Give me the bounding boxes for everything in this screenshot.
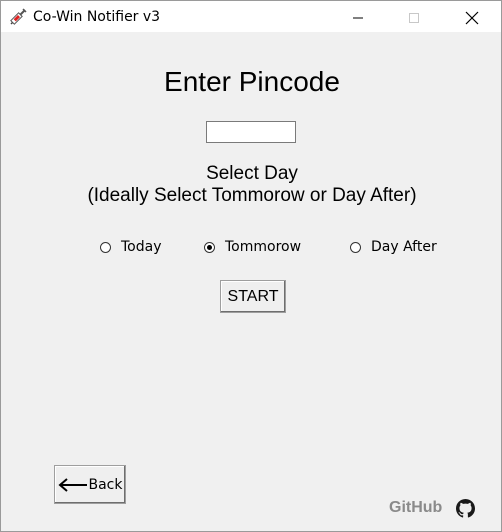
radio-label: Tommorow [225, 239, 302, 255]
radio-circle[interactable] [100, 241, 111, 253]
app-window: Co-Win Notifier v3 Enter Pincode Select … [0, 0, 502, 532]
minimize-button[interactable] [335, 1, 381, 32]
radio-today[interactable]: Today [100, 237, 162, 257]
back-button[interactable]: Back [54, 465, 126, 504]
radio-label: Day After [371, 239, 437, 255]
radio-selected-dot [207, 244, 212, 250]
back-label: Back [88, 476, 123, 493]
radio-circle[interactable] [350, 241, 361, 253]
maximize-icon [409, 13, 419, 23]
radio-day-after[interactable]: Day After [350, 237, 437, 257]
radio-label: Today [121, 239, 162, 255]
radio-circle[interactable] [204, 241, 215, 253]
title-bar[interactable]: Co-Win Notifier v3 [1, 1, 501, 32]
radio-tommorow[interactable]: Tommorow [204, 237, 301, 257]
window-title: Co-Win Notifier v3 [33, 9, 161, 25]
maximize-button[interactable] [391, 1, 437, 32]
select-day-hint: (Ideally Select Tommorow or Day After) [87, 185, 417, 206]
arrow-left-icon [57, 477, 87, 492]
github-link[interactable]: GitHub [389, 499, 442, 517]
syringe-icon [10, 8, 27, 25]
minimize-icon [353, 17, 363, 19]
close-icon [465, 11, 479, 25]
close-button[interactable] [449, 1, 495, 32]
github-icon[interactable] [456, 499, 475, 518]
select-day-label: Select Day [206, 163, 298, 184]
pincode-input[interactable] [206, 121, 296, 143]
start-button[interactable]: START [220, 280, 286, 313]
page-title: Enter Pincode [164, 66, 340, 97]
